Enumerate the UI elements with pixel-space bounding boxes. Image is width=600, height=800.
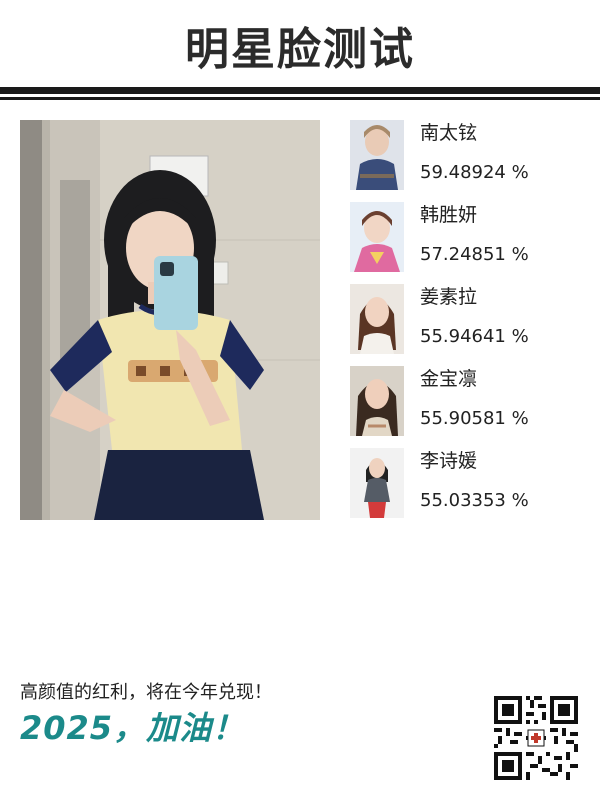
celebrity-avatar <box>350 366 404 436</box>
slogan-text: 高颜值的红利，将在今年兑现！ <box>20 682 272 703</box>
celebrity-avatar <box>350 448 404 518</box>
result-card: 明星脸测试 南太铉 59.48924 % 韩胜妍 57.24851 % 姜素拉 … <box>0 0 600 800</box>
celebrity-name: 南太铉 <box>420 122 478 144</box>
similarity-score: 57.24851 % <box>420 244 529 265</box>
celebrity-avatar <box>350 284 404 354</box>
celebrity-name: 金宝凛 <box>420 368 478 390</box>
slogan-headline: 2025，加油！ <box>20 709 246 747</box>
page-title: 明星脸测试 <box>185 24 415 75</box>
similarity-score: 55.90581 % <box>420 408 529 429</box>
similarity-score: 59.48924 % <box>420 162 529 183</box>
qr-code-icon[interactable] <box>494 696 578 780</box>
list-item[interactable]: 李诗媛 55.03353 % <box>350 448 590 530</box>
celebrity-name: 韩胜妍 <box>420 204 478 226</box>
match-list: 南太铉 59.48924 % 韩胜妍 57.24851 % 姜素拉 55.946… <box>350 120 590 530</box>
list-item[interactable]: 金宝凛 55.90581 % <box>350 366 590 448</box>
list-item[interactable]: 韩胜妍 57.24851 % <box>350 202 590 284</box>
celebrity-avatar <box>350 120 404 190</box>
similarity-score: 55.94641 % <box>420 326 529 347</box>
similarity-score: 55.03353 % <box>420 490 529 511</box>
user-photo <box>20 120 320 520</box>
celebrity-avatar <box>350 202 404 272</box>
title-divider-thin <box>0 97 600 100</box>
list-item[interactable]: 姜素拉 55.94641 % <box>350 284 590 366</box>
list-item[interactable]: 南太铉 59.48924 % <box>350 120 590 202</box>
title-divider-thick <box>0 87 600 94</box>
celebrity-name: 李诗媛 <box>420 450 478 472</box>
celebrity-name: 姜素拉 <box>420 286 478 308</box>
